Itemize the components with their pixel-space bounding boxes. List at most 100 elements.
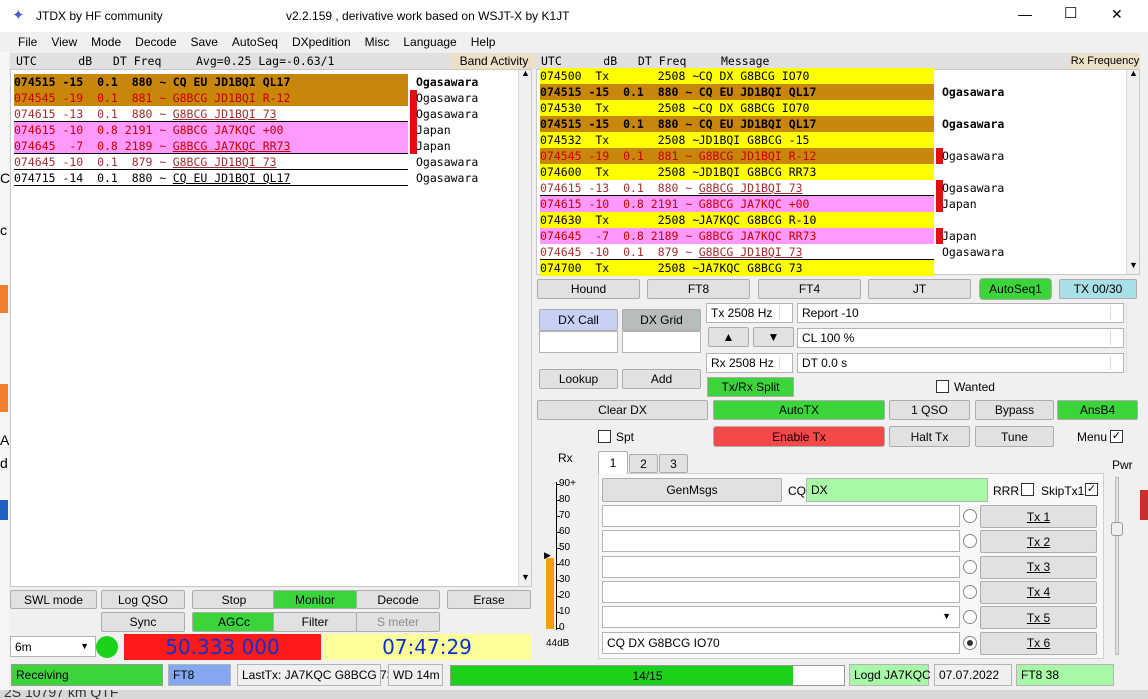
tx4-button[interactable]: Tx 4 [980, 580, 1097, 604]
erase-button[interactable]: Erase [447, 590, 531, 609]
decode-row[interactable]: 074645 -7 0.8 2189 ~ G8BCG JA7KQC RR73 Ja… [540, 228, 977, 244]
swl-mode-button[interactable]: SWL mode [10, 590, 97, 609]
decode-row[interactable]: 074645 -7 0.8 2189 ~ G8BCG JA7KQC RR73 Ja… [14, 138, 514, 154]
decode-row[interactable]: 074645 -10 0.1 879 ~ G8BCG JD1BQI 73 Ogas… [14, 154, 514, 170]
decode-row[interactable]: 074700 Tx 2508 ~ JA7KQC G8BCG 73 [540, 260, 960, 276]
autoseq1-button[interactable]: AutoSeq1 [979, 278, 1052, 300]
halt-tx-button[interactable]: Halt Tx [889, 426, 970, 447]
tx2-button[interactable]: Tx 2 [980, 530, 1097, 554]
jt-button[interactable]: JT [868, 279, 971, 299]
decode-row[interactable]: 074530 Tx 2508 ~ CQ DX G8BCG IO70 [540, 100, 960, 116]
close-button[interactable]: ✕ [1111, 6, 1123, 23]
rx-frequency-spinbox[interactable]: Rx 2508 Hz [706, 353, 793, 373]
decode-row[interactable]: 074600 Tx 2508 ~ JD1BQI G8BCG RR73 [540, 164, 960, 180]
filter-button[interactable]: Filter [273, 612, 357, 632]
tx3-button[interactable]: Tx 3 [980, 555, 1097, 579]
rx-frequency-scrollbar[interactable]: ▲ ▼ [1126, 68, 1139, 274]
decode-row[interactable]: 074715 -14 0.1 880 ~ CQ EU JD1BQI QL17 Og… [14, 170, 514, 186]
pwr-slider-handle[interactable] [1111, 522, 1123, 536]
tx1-radio[interactable] [963, 509, 977, 523]
tx6-radio[interactable] [963, 635, 977, 650]
tx3-message-input[interactable] [602, 555, 960, 578]
decode-row[interactable]: 074545 -19 0.1 881 ~ G8BCG JD1BQI R-12 Og… [540, 148, 1004, 164]
wanted-checkbox[interactable] [936, 380, 949, 393]
menu-help[interactable]: Help [471, 35, 496, 49]
scroll-up-icon[interactable]: ▲ [1129, 68, 1138, 78]
cq-input[interactable]: DX [806, 478, 988, 502]
menu-misc[interactable]: Misc [365, 35, 390, 49]
tx6-button[interactable]: Tx 6 [980, 631, 1097, 655]
decode-row[interactable]: 074515 -15 0.1 880 ~ CQ EU JD1BQI QL17 Og… [540, 84, 1004, 100]
decode-row[interactable]: 074615 -13 0.1 880 ~ G8BCG JD1BQI 73 Ogas… [14, 106, 514, 122]
menu-language[interactable]: Language [403, 35, 456, 49]
menu-dxpedition[interactable]: DXpedition [292, 35, 351, 49]
one-qso-button[interactable]: 1 QSO [889, 400, 970, 420]
tx-rx-split-button[interactable]: Tx/Rx Split [707, 377, 794, 397]
decode-row[interactable]: 074515 -15 0.1 880 ~ CQ EU JD1BQI QL17 Og… [14, 74, 514, 90]
ft4-button[interactable]: FT4 [758, 279, 861, 299]
cl-spinbox[interactable]: CL 100 % [797, 328, 1124, 348]
tx1-button[interactable]: Tx 1 [980, 505, 1097, 528]
sync-button[interactable]: Sync [101, 612, 185, 632]
pwr-slider[interactable] [1111, 477, 1123, 657]
decode-button[interactable]: Decode [356, 590, 440, 609]
spt-checkbox[interactable] [598, 430, 611, 443]
tx-period-button[interactable]: TX 00/30 [1059, 279, 1137, 299]
decode-row[interactable]: 074532 Tx 2508 ~ JD1BQI G8BCG -15 [540, 132, 960, 148]
clear-dx-button[interactable]: Clear DX [537, 400, 708, 420]
ft8-button[interactable]: FT8 [647, 279, 750, 299]
decode-row[interactable]: 074515 -15 0.1 880 ~ CQ EU JD1BQI QL17 Og… [540, 116, 1004, 132]
menu-decode[interactable]: Decode [135, 35, 176, 49]
tune-button[interactable]: Tune [975, 426, 1054, 447]
hound-button[interactable]: Hound [537, 279, 640, 299]
tx4-message-input[interactable] [602, 580, 960, 603]
monitor-button[interactable]: Monitor [273, 590, 357, 609]
report-spinbox[interactable]: Report -10 [797, 303, 1124, 323]
dx-grid-input[interactable] [622, 331, 701, 353]
decode-row[interactable]: 074545 -19 0.1 881 ~ G8BCG JD1BQI R-12 Og… [14, 90, 514, 106]
add-button[interactable]: Add [622, 369, 701, 389]
tx1-message-input[interactable] [602, 505, 960, 527]
dx-grid-button[interactable]: DX Grid [622, 309, 701, 331]
dt-spinbox[interactable]: DT 0.0 s [797, 353, 1124, 373]
scroll-down-icon[interactable]: ▼ [521, 572, 530, 582]
enable-tx-button[interactable]: Enable Tx [713, 426, 885, 447]
freq-up-button[interactable]: ▲ [708, 327, 749, 347]
log-qso-button[interactable]: Log QSO [101, 590, 185, 609]
genmsgs-button[interactable]: GenMsgs [602, 478, 782, 502]
menu-autoseq[interactable]: AutoSeq [232, 35, 278, 49]
maximize-button[interactable]: ☐ [1064, 4, 1077, 22]
menu-checkbox[interactable]: ✓ [1110, 430, 1123, 443]
tx4-radio[interactable] [963, 584, 977, 599]
autotx-button[interactable]: AutoTX [713, 400, 885, 420]
scroll-up-icon[interactable]: ▲ [521, 68, 530, 78]
freq-down-button[interactable]: ▼ [753, 327, 794, 347]
dx-call-button[interactable]: DX Call [539, 309, 618, 331]
tx2-message-input[interactable] [602, 530, 960, 553]
tx5-button[interactable]: Tx 5 [980, 606, 1097, 630]
minimize-button[interactable]: — [1018, 6, 1032, 22]
skiptx1-checkbox[interactable]: ✓ [1085, 483, 1098, 496]
menu-save[interactable]: Save [191, 35, 218, 49]
tx-frequency-spinbox[interactable]: Tx 2508 Hz [706, 303, 793, 323]
decode-row[interactable]: 074615 -13 0.1 880 ~ G8BCG JD1BQI 73 Ogas… [540, 180, 1004, 196]
bypass-button[interactable]: Bypass [975, 400, 1054, 420]
band-select[interactable]: 6m ▼ [10, 636, 96, 657]
decode-row[interactable]: 074615 -10 0.8 2191 ~ G8BCG JA7KQC +00 Ja… [14, 122, 514, 138]
decode-row[interactable]: 074500 Tx 2508 ~ CQ DX G8BCG IO70 [540, 68, 960, 84]
tx-tab-3[interactable]: 3 [659, 454, 688, 473]
decode-row[interactable]: 074615 -10 0.8 2191 ~ G8BCG JA7KQC +00 Ja… [540, 196, 977, 212]
tx5-message-input[interactable]: ▼ [602, 606, 960, 629]
menu-file[interactable]: File [18, 35, 37, 49]
decode-row[interactable]: 074645 -10 0.1 879 ~ G8BCG JD1BQI 73 Ogas… [540, 244, 1004, 260]
tx-tab-1[interactable]: 1 [598, 451, 628, 474]
stop-button[interactable]: Stop [192, 590, 276, 609]
band-activity-scrollbar[interactable]: ▲ ▼ [518, 68, 531, 586]
menu-mode[interactable]: Mode [91, 35, 121, 49]
lookup-button[interactable]: Lookup [539, 369, 618, 389]
dx-call-input[interactable] [539, 331, 618, 353]
tx6-message-input[interactable]: CQ DX G8BCG IO70 [602, 631, 960, 654]
tx3-radio[interactable] [963, 559, 977, 574]
ansb4-button[interactable]: AnsB4 [1057, 400, 1138, 420]
decode-row[interactable]: 074630 Tx 2508 ~ JA7KQC G8BCG R-10 [540, 212, 960, 228]
